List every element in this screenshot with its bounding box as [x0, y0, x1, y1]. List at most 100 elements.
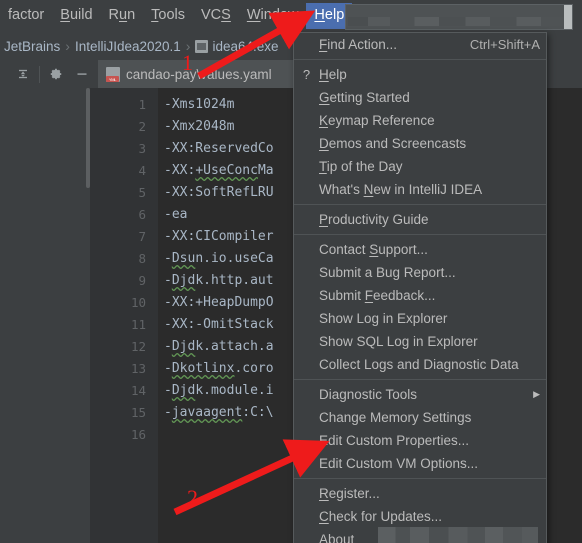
menu-window[interactable]: Window [239, 3, 307, 29]
gutter-line-number: 3 [138, 141, 146, 156]
menu-item-label: Show Log in Explorer [319, 311, 448, 326]
code-line: -Xms1024m [164, 97, 235, 112]
menu-build-label: uild [69, 7, 93, 24]
help-dropdown-menu: Find Action... Ctrl+Shift+A ? Help Getting S… [293, 32, 547, 543]
menu-run-mnemonic: u [119, 7, 128, 24]
ide-window: factor Build Run Tools VCS Window Help J… [0, 0, 582, 543]
gutter-line-number: 9 [138, 273, 146, 288]
gutter-line-number: 1 [138, 97, 146, 112]
breadcrumb-separator: › [65, 38, 70, 54]
menu-item-edit-custom-properties[interactable]: Edit Custom Properties... [294, 429, 546, 452]
menu-item-productivity-guide[interactable]: Productivity Guide [294, 208, 546, 231]
annotation-number-1: 1 [182, 50, 193, 75]
gutter-line-number: 6 [138, 207, 146, 222]
breadcrumb-item-intellijidea[interactable]: IntelliJIdea2020.1 [75, 39, 181, 54]
gutter-line-number: 2 [138, 119, 146, 134]
menu-item-label: Edit Custom VM Options... [319, 456, 479, 471]
menu-item-what-s-new-in-intellij-idea[interactable]: What's New in IntelliJ IDEA [294, 178, 546, 201]
menu-item-label: Productivity Guide [319, 212, 429, 227]
menu-window-mnemonic: W [246, 7, 261, 24]
menu-help-label: elp [324, 7, 345, 24]
code-line: -Djdk.http.aut [164, 273, 274, 288]
menu-item-label: Help [319, 67, 347, 82]
annotation-number-2: 2 [187, 485, 198, 510]
code-line: -Djdk.module.i [164, 383, 274, 398]
menu-vcs[interactable]: VCS [193, 3, 239, 29]
gutter-line-number: 10 [130, 295, 146, 310]
menu-item-collect-logs-and-diagnostic-data[interactable]: Collect Logs and Diagnostic Data [294, 353, 546, 376]
editor-fold-column [148, 88, 158, 543]
window-title-field[interactable] [345, 4, 573, 30]
menu-item-tip-of-the-day[interactable]: Tip of the Day [294, 155, 546, 178]
code-line: -XX:SoftRefLRU [164, 185, 274, 200]
toolbar-divider [39, 65, 40, 83]
menu-window-label: indow [260, 7, 299, 24]
hide-panel-icon[interactable] [69, 61, 95, 87]
code-line: -XX:ReservedCo [164, 141, 274, 156]
menu-item-edit-custom-vm-options[interactable]: Edit Custom VM Options... [294, 452, 546, 475]
menu-item-label: Demos and Screencasts [319, 136, 467, 151]
menu-item-label: Register... [319, 486, 380, 501]
menu-separator [294, 204, 546, 205]
collapse-all-icon[interactable] [10, 61, 36, 87]
menu-item-diagnostic-tools[interactable]: Diagnostic Tools ▶ [294, 383, 546, 406]
gutter-line-number: 5 [138, 185, 146, 200]
breadcrumb-item-jetbrains[interactable]: JetBrains [4, 39, 60, 54]
gutter-line-number: 13 [130, 361, 146, 376]
menu-run-label: n [127, 7, 136, 24]
menu-item-register[interactable]: Register... [294, 482, 546, 505]
yaml-file-icon [106, 66, 120, 83]
code-line: -XX:CICompiler [164, 229, 274, 244]
menu-item-submit-a-bug-report[interactable]: Submit a Bug Report... [294, 261, 546, 284]
menu-item-label: Show SQL Log in Explorer [319, 334, 478, 349]
menu-item-label: Contact Support... [319, 242, 428, 257]
menu-item-getting-started[interactable]: Getting Started [294, 86, 546, 109]
menu-item-label: Tip of the Day [319, 159, 403, 174]
menu-refactor-label: factor [8, 7, 45, 24]
menu-item-check-for-updates[interactable]: Check for Updates... [294, 505, 546, 528]
menu-item-label: Collect Logs and Diagnostic Data [319, 357, 519, 372]
code-line: -XX:-OmitStack [164, 317, 274, 332]
menu-separator [294, 59, 546, 60]
menu-item-label: Edit Custom Properties... [319, 433, 470, 448]
menu-item-show-log-in-explorer[interactable]: Show Log in Explorer [294, 307, 546, 330]
menu-item-help[interactable]: ? Help [294, 63, 546, 86]
menu-item-label: Change Memory Settings [319, 410, 472, 425]
menu-vcs-mnemonic: S [221, 7, 231, 24]
code-line: -Dkotlinx.coro [164, 361, 274, 376]
menu-item-demos-and-screencasts[interactable]: Demos and Screencasts [294, 132, 546, 155]
menu-item-contact-support[interactable]: Contact Support... [294, 238, 546, 261]
settings-gear-icon[interactable] [43, 61, 69, 87]
menu-run[interactable]: Run [101, 3, 144, 29]
editor-left-pane [0, 88, 90, 543]
code-line: -Xmx2048m [164, 119, 235, 134]
menu-item-find-action[interactable]: Find Action... Ctrl+Shift+A [294, 33, 546, 56]
menu-item-label: What's New in IntelliJ IDEA [319, 182, 483, 197]
editor-tab-label: candao-pay\values.yaml [126, 66, 272, 82]
menu-build-mnemonic: B [60, 7, 70, 24]
menu-item-keymap-reference[interactable]: Keymap Reference [294, 109, 546, 132]
title-blur-line-2 [348, 17, 570, 26]
menu-build[interactable]: Build [52, 3, 100, 29]
menu-item-label: Check for Updates... [319, 509, 443, 524]
menu-help-mnemonic: H [314, 7, 325, 24]
menu-item-show-sql-log-in-explorer[interactable]: Show SQL Log in Explorer [294, 330, 546, 353]
menu-separator [294, 478, 546, 479]
menu-refactor[interactable]: factor [0, 3, 52, 29]
menu-separator [294, 234, 546, 235]
gutter-line-number: 11 [130, 317, 146, 332]
menu-tools[interactable]: Tools [143, 3, 193, 29]
menu-tools-label: ools [158, 7, 186, 24]
submenu-arrow-icon: ▶ [533, 389, 540, 399]
menu-item-submit-feedback[interactable]: Submit Feedback... [294, 284, 546, 307]
redacted-overlay [378, 527, 538, 543]
menu-item-label: Submit a Bug Report... [319, 265, 456, 280]
gutter-line-number: 14 [130, 383, 146, 398]
gutter-line-number: 16 [130, 427, 146, 442]
menu-item-label: Diagnostic Tools [319, 387, 418, 402]
menu-separator [294, 379, 546, 380]
breadcrumb-item-idea64[interactable]: idea64.exe [212, 39, 278, 54]
menu-item-change-memory-settings[interactable]: Change Memory Settings [294, 406, 546, 429]
code-line: -XX:+UseConcMa [164, 163, 274, 178]
code-line: -javaagent:C:\ [164, 405, 274, 420]
